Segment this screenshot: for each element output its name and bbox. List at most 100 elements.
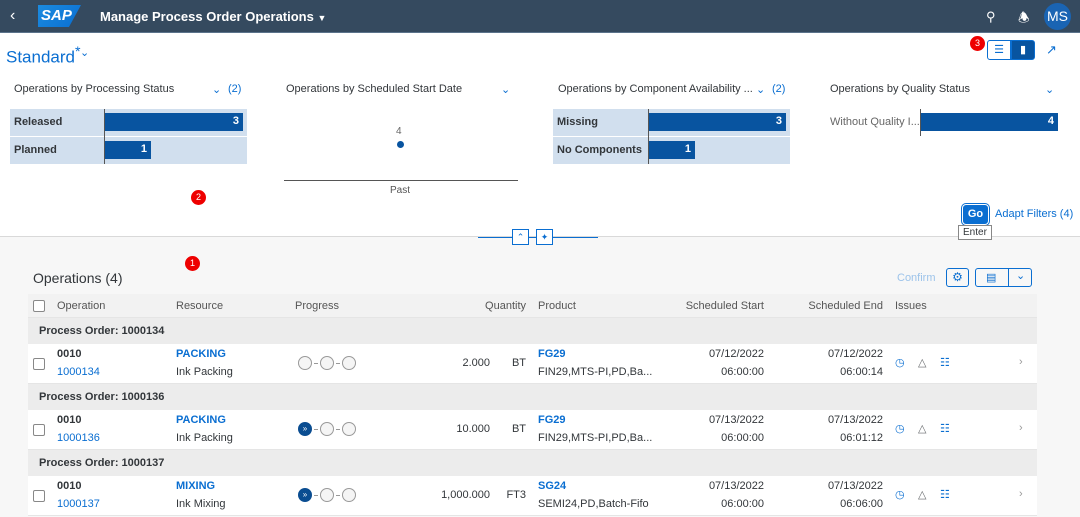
confirm-button[interactable]: Confirm <box>897 272 936 284</box>
app-title: Manage Process Order Operations <box>100 9 314 24</box>
group-header-row[interactable]: Process Order: 1000134 <box>28 318 1037 344</box>
warning-icon[interactable]: △ <box>918 422 926 435</box>
step-icon <box>298 356 312 370</box>
group-header-label: Process Order: 1000137 <box>39 457 165 469</box>
product-link[interactable]: FG29 <box>538 348 566 360</box>
bell-icon[interactable]: 🕭 <box>1018 9 1030 31</box>
chart-title: Operations by Scheduled Start Date <box>286 83 463 95</box>
badge-1: 1 <box>185 256 200 271</box>
avatar[interactable]: MS <box>1044 3 1071 30</box>
order-link[interactable]: 1000134 <box>57 366 100 378</box>
column-header-progress[interactable]: Progress <box>295 300 339 312</box>
bar-chart-icon: ▮ <box>1019 44 1027 56</box>
chevron-right-icon[interactable]: › <box>1019 488 1023 500</box>
bar-label: Without Quality I... <box>830 116 920 128</box>
column-header-issues[interactable]: Issues <box>895 300 927 312</box>
product-description: FIN29,MTS-PI,PD,Ba... <box>538 366 653 378</box>
spreadsheet-icon: ▤ <box>986 272 997 284</box>
end-time: 06:06:00 <box>840 498 883 510</box>
chart-title: Operations by Component Availability ... <box>558 83 753 95</box>
settings-button[interactable]: ⚙ <box>946 268 969 287</box>
chevron-right-icon[interactable]: › <box>1019 356 1023 368</box>
column-header-quantity[interactable]: Quantity <box>485 300 526 312</box>
table-row[interactable]: 0010 1000137 MIXING Ink Mixing » 1,000.0… <box>28 476 1037 516</box>
row-checkbox[interactable] <box>33 358 45 370</box>
column-header-scheduled-start[interactable]: Scheduled Start <box>686 300 764 312</box>
warning-icon[interactable]: △ <box>918 488 926 501</box>
compact-filter-button[interactable]: ☰ <box>987 40 1011 60</box>
adapt-filters-link[interactable]: Adapt Filters (4) <box>995 208 1073 220</box>
gear-icon: ⚙ <box>952 270 963 284</box>
bar[interactable]: 1 <box>649 141 695 159</box>
table-row[interactable]: 0010 1000134 PACKING Ink Packing 2.000 B… <box>28 344 1037 384</box>
unit: BT <box>511 357 526 369</box>
chevron-right-icon[interactable]: › <box>1019 422 1023 434</box>
bar[interactable]: 4 <box>921 113 1058 131</box>
chevron-down-icon[interactable]: ⌄ <box>756 83 765 96</box>
share-icon[interactable]: ↗ <box>1046 42 1057 58</box>
warning-icon[interactable]: △ <box>918 356 926 369</box>
select-all-checkbox[interactable] <box>33 300 45 312</box>
go-button[interactable]: Go <box>963 205 988 224</box>
chart-axis <box>648 109 649 164</box>
column-header-resource[interactable]: Resource <box>176 300 223 312</box>
clock-icon[interactable]: ◷ <box>895 488 905 501</box>
resource-description: Ink Packing <box>176 432 233 444</box>
column-header-operation[interactable]: Operation <box>57 300 105 312</box>
chevron-down-icon[interactable]: ⌄ <box>1016 269 1025 282</box>
bar[interactable]: 1 <box>105 141 151 159</box>
bar[interactable]: 3 <box>649 113 786 131</box>
x-tick-label: Past <box>390 185 411 196</box>
selection-count[interactable]: (2) <box>772 83 785 95</box>
clock-icon[interactable]: ◷ <box>895 422 905 435</box>
back-icon[interactable]: ‹ <box>10 7 15 25</box>
resource-link[interactable]: PACKING <box>176 348 226 360</box>
variant-selector[interactable]: Standard* <box>6 44 81 68</box>
tooltip: Enter <box>958 225 992 240</box>
collapse-header-button[interactable]: ⌃ <box>512 229 529 245</box>
sap-logo[interactable]: SAP <box>38 5 81 27</box>
clock-icon[interactable]: ◷ <box>895 356 905 369</box>
resource-link[interactable]: MIXING <box>176 480 215 492</box>
group-header-row[interactable]: Process Order: 1000137 <box>28 450 1037 476</box>
quantity: 1,000.000 <box>441 489 490 501</box>
data-point[interactable] <box>397 141 404 148</box>
progress-indicator[interactable]: » <box>298 488 356 502</box>
column-header-scheduled-end[interactable]: Scheduled End <box>808 300 883 312</box>
chevron-down-icon[interactable]: ⌄ <box>1045 83 1054 96</box>
column-header-product[interactable]: Product <box>538 300 576 312</box>
start-date: 07/13/2022 <box>708 414 764 426</box>
start-time: 06:00:00 <box>721 366 764 378</box>
table-row[interactable]: 0010 1000136 PACKING Ink Packing » 10.00… <box>28 410 1037 450</box>
selection-count[interactable]: (2) <box>228 83 241 95</box>
product-link[interactable]: SG24 <box>538 480 566 492</box>
resource-link[interactable]: PACKING <box>176 414 226 426</box>
app-title-menu[interactable]: Manage Process Order Operations ▼ <box>100 9 326 24</box>
chevron-down-icon[interactable]: ⌄ <box>212 83 221 96</box>
group-header-label: Process Order: 1000136 <box>39 391 165 403</box>
order-link[interactable]: 1000136 <box>57 432 100 444</box>
search-icon[interactable]: ⚲ <box>986 9 996 25</box>
progress-indicator[interactable]: » <box>298 422 356 436</box>
step-icon <box>320 488 334 502</box>
export-button[interactable]: ▤ ⌄ <box>975 268 1032 287</box>
order-link[interactable]: 1000137 <box>57 498 100 510</box>
row-checkbox[interactable] <box>33 490 45 502</box>
shell-bar: ‹ SAP Manage Process Order Operations ▼ … <box>0 0 1080 33</box>
chevron-down-icon[interactable]: ⌄ <box>501 83 510 96</box>
row-checkbox[interactable] <box>33 424 45 436</box>
point-label: 4 <box>396 126 402 137</box>
hierarchy-icon[interactable]: ☷ <box>940 488 950 501</box>
bar[interactable]: 3 <box>105 113 243 131</box>
visual-filter-button[interactable]: ▮ <box>1011 40 1035 60</box>
group-header-row[interactable]: Process Order: 1000136 <box>28 384 1037 410</box>
product-link[interactable]: FG29 <box>538 414 566 426</box>
quantity: 2.000 <box>462 357 490 369</box>
product-description: SEMI24,PD,Batch-Fifo <box>538 498 649 510</box>
hierarchy-icon[interactable]: ☷ <box>940 422 950 435</box>
bar-label: Released <box>14 116 63 128</box>
pin-header-button[interactable]: ✦ <box>536 229 553 245</box>
progress-indicator[interactable] <box>298 356 356 370</box>
hierarchy-icon[interactable]: ☷ <box>940 356 950 369</box>
chevron-down-icon[interactable]: ⌄ <box>80 46 89 59</box>
